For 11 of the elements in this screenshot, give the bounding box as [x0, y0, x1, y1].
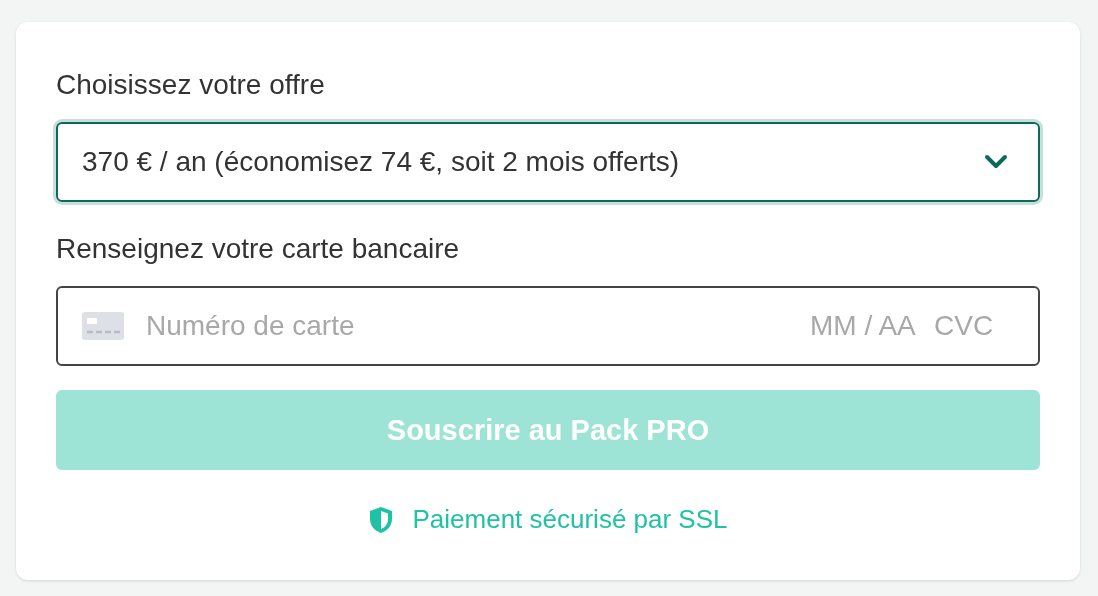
- cvc-input[interactable]: CVC: [934, 306, 1014, 346]
- security-note: Paiement sécurisé par SSL: [412, 504, 728, 535]
- card-field[interactable]: Numéro de carte MM / AA CVC: [56, 286, 1040, 366]
- expiry-input[interactable]: MM / AA: [810, 306, 934, 346]
- credit-card-icon: [82, 312, 124, 340]
- offer-label: Choisissez votre offre: [56, 68, 325, 102]
- plan-select[interactable]: 370 € / an (économisez 74 €, soit 2 mois offerts): [56, 122, 1040, 202]
- card-number-input[interactable]: Numéro de carte: [146, 306, 810, 346]
- chevron-down-icon: [984, 154, 1008, 170]
- card-label: Renseignez votre carte bancaire: [56, 232, 460, 266]
- shield-icon: [368, 505, 395, 534]
